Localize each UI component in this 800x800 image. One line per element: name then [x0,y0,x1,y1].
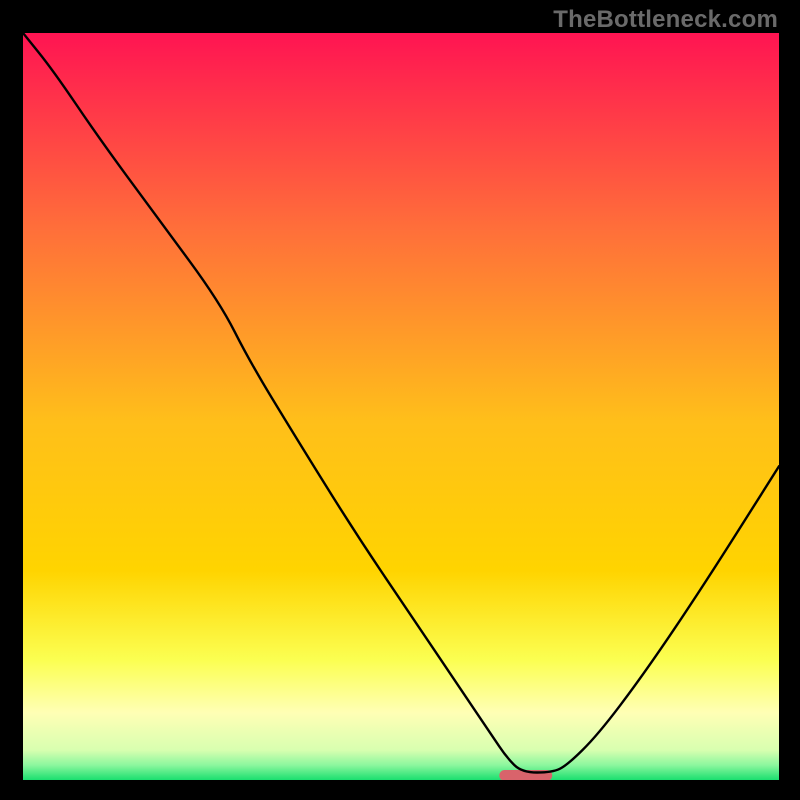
gradient-background [23,33,779,780]
bottleneck-plot [23,33,779,780]
chart-frame: TheBottleneck.com [0,0,800,800]
watermark-text: TheBottleneck.com [553,6,778,34]
